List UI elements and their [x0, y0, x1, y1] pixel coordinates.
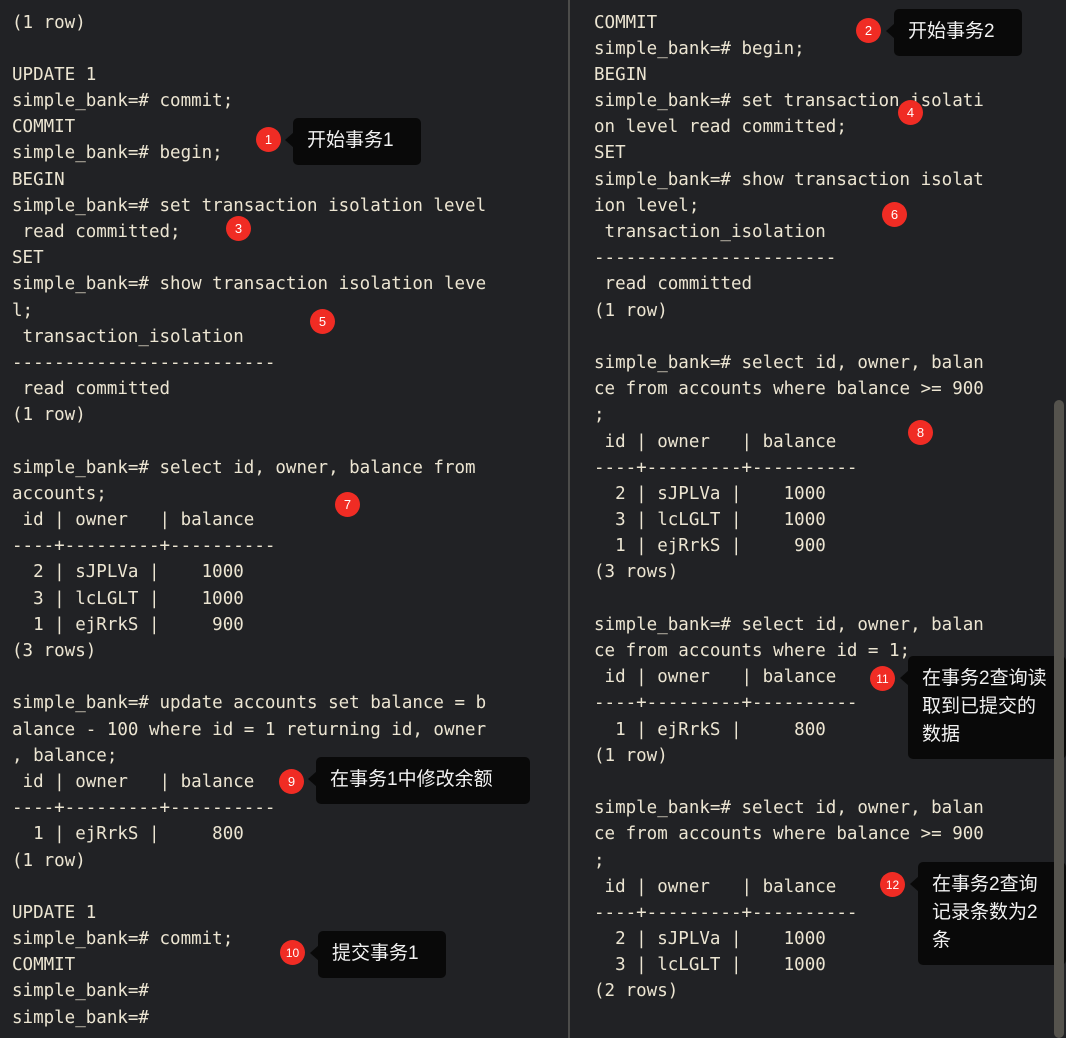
annotation-tooltip-2: 开始事务2	[894, 9, 1022, 56]
terminal-line: on level read committed;	[594, 114, 1066, 140]
terminal-line: simple_bank=#	[12, 978, 568, 1004]
terminal-line: 3 | lcLGLT | 1000	[12, 586, 568, 612]
terminal-line: simple_bank=#	[12, 1005, 568, 1031]
terminal-line: -------------------------	[12, 350, 568, 376]
terminal-line: 1 | ejRrkS | 800	[12, 821, 568, 847]
terminal-line: ----+---------+----------	[594, 455, 1066, 481]
annotation-badge-10[interactable]: 10	[280, 940, 305, 965]
annotation-badge-11[interactable]: 11	[870, 666, 895, 691]
left-terminal-output: (1 row) UPDATE 1simple_bank=# commit;COM…	[0, 10, 568, 1031]
annotation-badge-2[interactable]: 2	[856, 18, 881, 43]
terminal-line: (1 row)	[12, 10, 568, 36]
terminal-line: accounts;	[12, 481, 568, 507]
terminal-line: UPDATE 1	[12, 900, 568, 926]
terminal-line: 3 | lcLGLT | 1000	[594, 507, 1066, 533]
annotation-badge-3[interactable]: 3	[226, 216, 251, 241]
terminal-line: ce from accounts where balance >= 900	[594, 376, 1066, 402]
terminal-line: simple_bank=# select id, owner, balan	[594, 612, 1066, 638]
terminal-line: id | owner | balance	[12, 507, 568, 533]
annotation-badge-7[interactable]: 7	[335, 492, 360, 517]
terminal-line: (1 row)	[12, 848, 568, 874]
terminal-line: 1 | ejRrkS | 900	[12, 612, 568, 638]
terminal-line: BEGIN	[12, 167, 568, 193]
terminal-line: read committed	[12, 376, 568, 402]
annotation-tooltip-10: 提交事务1	[318, 931, 446, 978]
terminal-line	[12, 664, 568, 690]
pane-divider	[568, 0, 570, 1038]
terminal-line: simple_bank=# select id, owner, balance …	[12, 455, 568, 481]
terminal-line: SET	[12, 245, 568, 271]
terminal-line	[594, 769, 1066, 795]
terminal-line: simple_bank=# select id, owner, balan	[594, 350, 1066, 376]
terminal-line: 2 | sJPLVa | 1000	[12, 559, 568, 585]
terminal-line: id | owner | balance	[594, 429, 1066, 455]
screen-root: (1 row) UPDATE 1simple_bank=# commit;COM…	[0, 0, 1066, 1038]
annotation-badge-5[interactable]: 5	[310, 309, 335, 334]
terminal-line: transaction_isolation	[12, 324, 568, 350]
right-terminal-output: COMMITsimple_bank=# begin;BEGINsimple_ba…	[580, 10, 1066, 1005]
terminal-line: SET	[594, 140, 1066, 166]
terminal-line: simple_bank=# select id, owner, balan	[594, 795, 1066, 821]
scrollbar-thumb[interactable]	[1054, 400, 1064, 1038]
annotation-tooltip-12: 在事务2查询记录条数为2条	[918, 862, 1066, 965]
terminal-line: ion level;	[594, 193, 1066, 219]
terminal-line: BEGIN	[594, 62, 1066, 88]
terminal-line: transaction_isolation	[594, 219, 1066, 245]
annotation-badge-9[interactable]: 9	[279, 769, 304, 794]
left-terminal-pane[interactable]: (1 row) UPDATE 1simple_bank=# commit;COM…	[0, 0, 568, 1038]
annotation-badge-6[interactable]: 6	[882, 202, 907, 227]
terminal-line: UPDATE 1	[12, 62, 568, 88]
terminal-line: read committed	[594, 271, 1066, 297]
terminal-line: simple_bank=# set transaction isolati	[594, 88, 1066, 114]
annotation-tooltip-1: 开始事务1	[293, 118, 421, 165]
terminal-line: (1 row)	[12, 402, 568, 428]
terminal-line: (2 rows)	[594, 978, 1066, 1004]
terminal-line: -----------------------	[594, 245, 1066, 271]
terminal-line: l;	[12, 298, 568, 324]
annotation-badge-4[interactable]: 4	[898, 100, 923, 125]
terminal-line: read committed;	[12, 219, 568, 245]
terminal-line: simple_bank=# show transaction isolation…	[12, 271, 568, 297]
terminal-line	[12, 874, 568, 900]
terminal-line: ----+---------+----------	[12, 533, 568, 559]
terminal-line: (3 rows)	[594, 559, 1066, 585]
terminal-line	[594, 586, 1066, 612]
annotation-tooltip-11: 在事务2查询读取到已提交的数据	[908, 656, 1066, 759]
terminal-line: ce from accounts where balance >= 900	[594, 821, 1066, 847]
annotation-tooltip-9: 在事务1中修改余额	[316, 757, 530, 804]
terminal-line: simple_bank=# show transaction isolat	[594, 167, 1066, 193]
annotation-badge-8[interactable]: 8	[908, 420, 933, 445]
terminal-line: (1 row)	[594, 298, 1066, 324]
terminal-line	[12, 36, 568, 62]
annotation-badge-12[interactable]: 12	[880, 872, 905, 897]
terminal-line: simple_bank=# set transaction isolation …	[12, 193, 568, 219]
terminal-line: simple_bank=# commit;	[12, 88, 568, 114]
terminal-line: ;	[594, 402, 1066, 428]
terminal-line: simple_bank=# update accounts set balanc…	[12, 690, 568, 716]
terminal-line: 2 | sJPLVa | 1000	[594, 481, 1066, 507]
terminal-line	[12, 429, 568, 455]
terminal-line: 1 | ejRrkS | 900	[594, 533, 1066, 559]
annotation-badge-1[interactable]: 1	[256, 127, 281, 152]
terminal-line: alance - 100 where id = 1 returning id, …	[12, 717, 568, 743]
terminal-line: (3 rows)	[12, 638, 568, 664]
terminal-line	[594, 324, 1066, 350]
